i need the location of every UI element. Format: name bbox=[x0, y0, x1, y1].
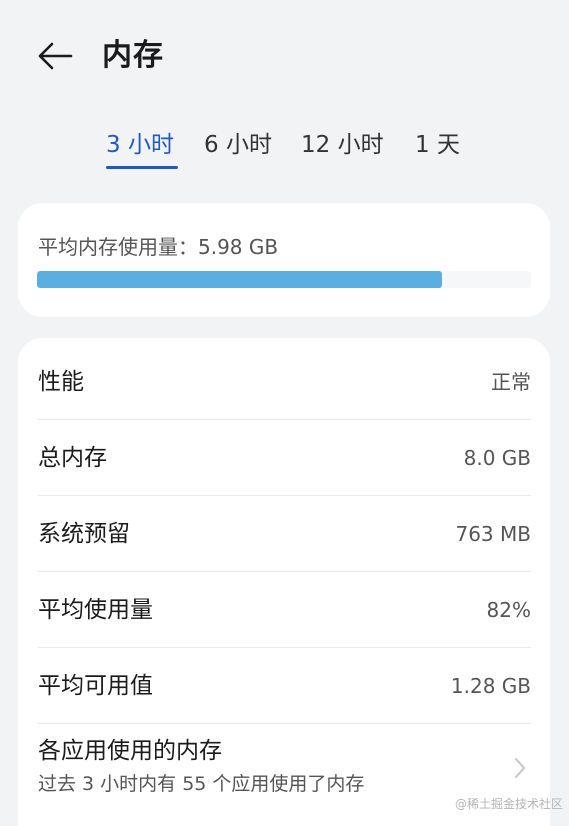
stat-value: 82% bbox=[486, 598, 531, 622]
stat-label: 性能 bbox=[38, 369, 84, 395]
chevron-right-icon bbox=[515, 758, 525, 778]
app-memory-title: 各应用使用的内存 bbox=[38, 738, 222, 764]
page-title: 内存 bbox=[102, 38, 164, 73]
usage-progress-fill bbox=[37, 271, 443, 288]
stat-label: 平均可用值 bbox=[38, 673, 153, 699]
active-tab-indicator bbox=[106, 166, 178, 169]
stat-value: 8.0 GB bbox=[463, 446, 531, 470]
tab-3-hours[interactable]: 3 小时 bbox=[106, 128, 174, 162]
average-usage-card: 平均内存使用量：5.98 GB bbox=[18, 203, 550, 317]
usage-progress-bar bbox=[37, 271, 531, 288]
back-button[interactable] bbox=[30, 34, 80, 78]
stat-label: 总内存 bbox=[38, 445, 107, 471]
tab-6-hours[interactable]: 6 小时 bbox=[204, 128, 272, 162]
time-range-tabs: 3 小时 6 小时 12 小时 1 天 bbox=[0, 118, 569, 174]
divider bbox=[38, 723, 531, 724]
stat-value: 1.28 GB bbox=[450, 674, 531, 698]
tab-1-day[interactable]: 1 天 bbox=[415, 128, 460, 162]
stat-row-average-usage: 平均使用量 82% bbox=[38, 572, 531, 648]
stat-value: 763 MB bbox=[455, 522, 531, 546]
stat-value: 正常 bbox=[491, 370, 531, 394]
stat-label: 系统预留 bbox=[38, 521, 130, 547]
app-memory-subtitle: 过去 3 小时内有 55 个应用使用了内存 bbox=[38, 773, 365, 795]
watermark: @稀土掘金技术社区 bbox=[454, 797, 563, 811]
header: 内存 bbox=[0, 0, 569, 110]
stat-row-total-memory: 总内存 8.0 GB bbox=[38, 420, 531, 496]
memory-stats-card: 性能 正常 总内存 8.0 GB 系统预留 763 MB 平均使用量 82% 平… bbox=[18, 338, 550, 826]
stat-row-performance: 性能 正常 bbox=[38, 344, 531, 420]
stat-label: 平均使用量 bbox=[38, 597, 153, 623]
stat-row-average-available: 平均可用值 1.28 GB bbox=[38, 648, 531, 724]
arrow-left-icon bbox=[38, 42, 73, 70]
tab-12-hours[interactable]: 12 小时 bbox=[301, 128, 384, 162]
average-usage-label: 平均内存使用量：5.98 GB bbox=[38, 235, 279, 259]
stat-row-system-reserved: 系统预留 763 MB bbox=[38, 496, 531, 572]
